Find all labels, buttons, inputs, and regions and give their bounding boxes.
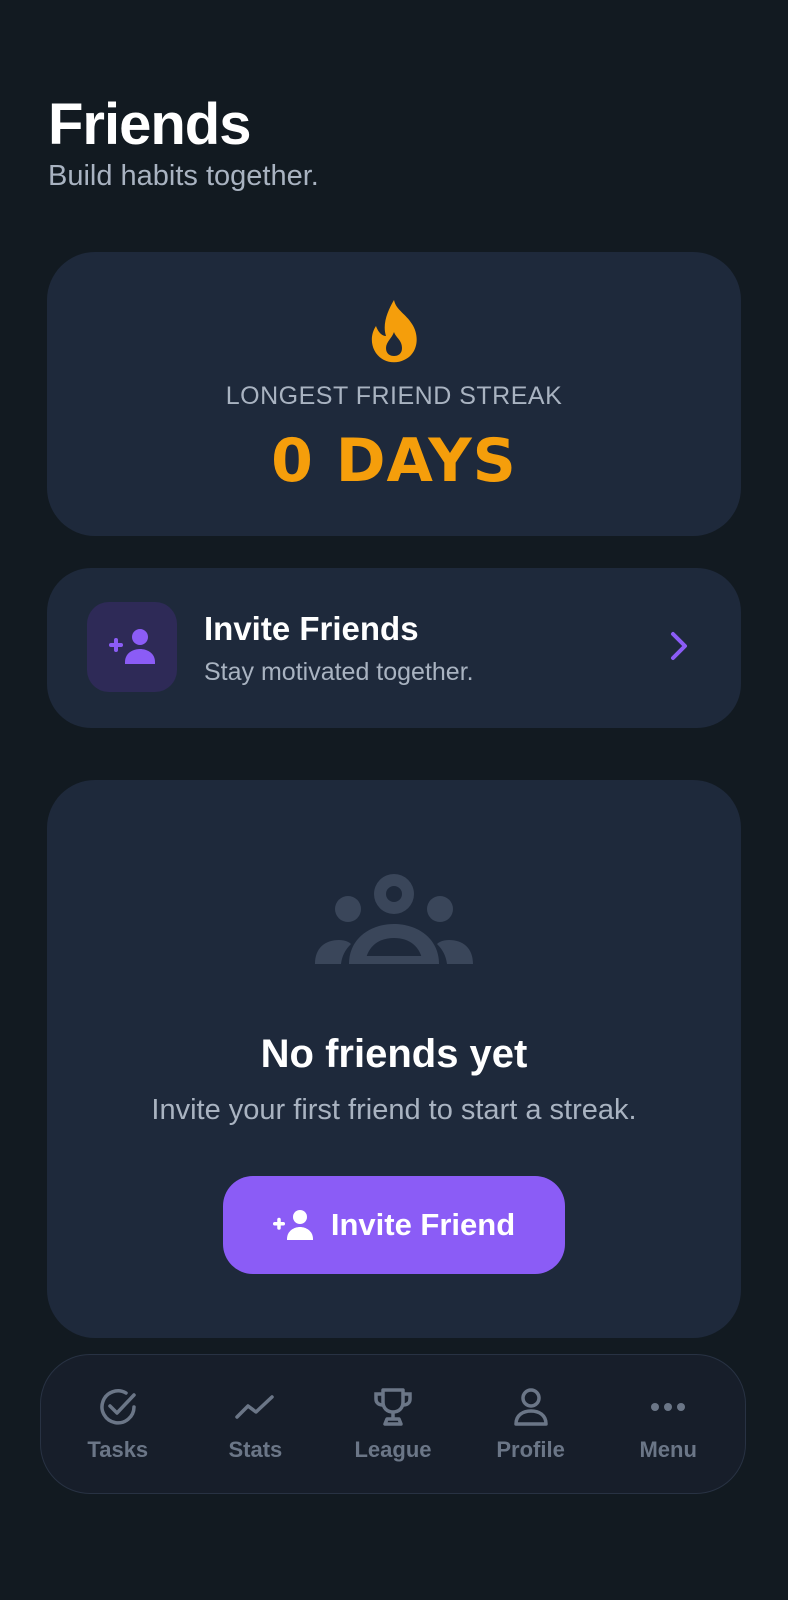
streak-label: LONGEST FRIEND STREAK [225,382,563,410]
nav-label-tasks: Tasks [87,1437,149,1462]
trophy-icon [371,1385,415,1429]
nav-label-stats: Stats [228,1437,283,1462]
streak-card: LONGEST FRIEND STREAK 0 DAYS [47,252,741,536]
invite-friends-row[interactable]: Invite Friends Stay motivated together. [47,568,741,728]
page-subtitle: Build habits together. [48,160,319,192]
nav-label-profile: Profile [496,1437,565,1462]
add-user-icon [109,629,155,664]
add-user-icon [272,1210,313,1240]
invite-icon-box [87,602,177,692]
empty-state-title: No friends yet [260,1032,528,1076]
check-circle-icon [96,1385,140,1429]
nav-item-tasks[interactable]: Tasks [52,1385,184,1463]
nav-item-stats[interactable]: Stats [189,1385,321,1463]
nav-item-menu[interactable]: Menu [602,1385,734,1463]
nav-item-profile[interactable]: Profile [465,1385,597,1463]
nav-item-league[interactable]: League [327,1385,459,1463]
group-icon [315,874,473,964]
nav-label-league: League [354,1437,432,1462]
person-icon [509,1385,553,1429]
flame-icon [366,298,422,364]
empty-state-subtitle: Invite your first friend to start a stre… [151,1094,637,1126]
empty-state-card: No friends yet Invite your first friend … [47,780,741,1338]
invite-friend-button-label: Invite Friend [330,1207,516,1242]
page-title: Friends [48,92,251,157]
invite-friends-subtitle: Stay motivated together. [204,658,474,686]
more-dots-icon [646,1385,690,1429]
page-header: Friends Build habits together. [48,92,319,194]
invite-friends-title: Invite Friends [204,610,419,647]
nav-label-menu: Menu [639,1437,697,1462]
bottom-nav: Tasks Stats League Profile Menu [40,1354,746,1494]
chevron-right-icon [671,632,687,660]
trend-line-icon [233,1385,277,1429]
invite-friend-button[interactable]: Invite Friend [223,1176,565,1274]
streak-value: 0 DAYS [271,426,517,496]
